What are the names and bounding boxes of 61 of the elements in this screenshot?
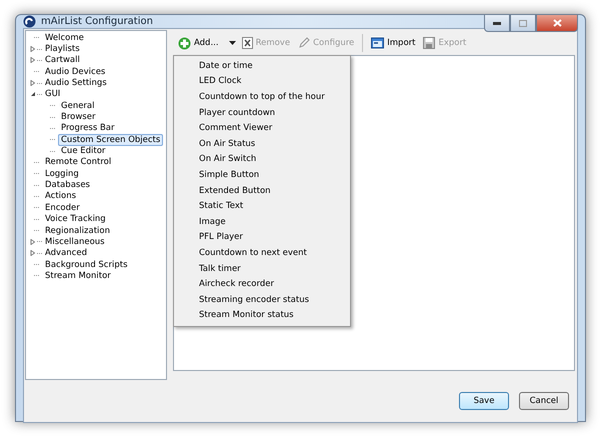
menu-item[interactable]: Countdown to next event bbox=[198, 245, 348, 261]
tree-item[interactable]: Encoder bbox=[42, 202, 83, 214]
menu-item[interactable]: Extended Button bbox=[198, 182, 348, 198]
expand-arrow-icon[interactable] bbox=[30, 250, 36, 256]
menu-item[interactable]: On Air Switch bbox=[198, 152, 348, 168]
delete-icon bbox=[242, 37, 253, 49]
menu-item[interactable]: Comment Viewer bbox=[198, 120, 348, 136]
menu-item[interactable]: Image bbox=[198, 214, 348, 230]
minimize-icon bbox=[493, 22, 501, 24]
dropdown-caret-icon[interactable] bbox=[228, 41, 236, 45]
menu-item[interactable]: Countdown to top of the hour bbox=[198, 89, 348, 105]
tree-item[interactable]: Regionalization bbox=[42, 224, 113, 237]
tree-item[interactable]: Logging bbox=[42, 168, 82, 180]
toolbar-button[interactable]: Import bbox=[369, 37, 418, 49]
tree-item[interactable]: Actions bbox=[42, 190, 80, 202]
tree-item[interactable]: Miscellaneous bbox=[42, 236, 108, 248]
menu-item[interactable]: LED Clock bbox=[198, 74, 348, 90]
tree-item[interactable]: Background Scripts bbox=[42, 258, 130, 271]
window-title: mAirList Configuration bbox=[41, 16, 153, 27]
import-icon bbox=[371, 37, 384, 49]
tree-item[interactable]: Browser bbox=[58, 111, 98, 124]
menu-item[interactable]: PFL Player bbox=[198, 230, 348, 246]
minimize-button[interactable] bbox=[484, 15, 510, 32]
tree-item[interactable]: Remote Control bbox=[42, 156, 114, 168]
dialog-button[interactable]: Save bbox=[459, 392, 509, 410]
collapse-arrow-icon[interactable] bbox=[30, 91, 36, 98]
tree-item[interactable]: GUI bbox=[42, 88, 64, 100]
toolbar-button[interactable]: Add... bbox=[176, 36, 221, 50]
expand-arrow-icon[interactable] bbox=[30, 46, 36, 52]
tree-item[interactable]: Audio Settings bbox=[42, 77, 110, 90]
app-icon bbox=[23, 15, 36, 28]
tree-item[interactable]: Playlists bbox=[42, 43, 83, 56]
tree-item[interactable]: Progress Bar bbox=[58, 122, 118, 134]
menu-item[interactable]: Talk timer bbox=[198, 260, 348, 276]
expand-arrow-icon[interactable] bbox=[30, 80, 36, 86]
expand-arrow-icon[interactable] bbox=[30, 238, 36, 245]
menu-item[interactable]: Date or time bbox=[198, 58, 348, 74]
close-icon bbox=[552, 19, 562, 27]
menu-item[interactable]: On Air Status bbox=[198, 136, 348, 152]
menu-item[interactable]: Aircheck recorder bbox=[198, 276, 348, 292]
menu-item[interactable]: Streaming encoder status bbox=[198, 292, 348, 308]
tree-item[interactable]: Cartwall bbox=[42, 54, 83, 66]
maximize-icon bbox=[519, 20, 527, 26]
pencil-icon bbox=[298, 37, 310, 49]
menu-item[interactable]: Static Text bbox=[198, 198, 348, 214]
close-button[interactable] bbox=[536, 15, 578, 32]
plus-icon bbox=[178, 36, 191, 50]
tree-item[interactable]: Welcome bbox=[42, 32, 87, 44]
menu-item[interactable]: Player countdown bbox=[198, 104, 348, 120]
tree-item[interactable]: Databases bbox=[42, 179, 93, 192]
tree-item[interactable]: Custom Screen Objects bbox=[58, 134, 164, 146]
tree-item[interactable]: Advanced bbox=[42, 247, 90, 260]
tree-item[interactable]: General bbox=[58, 100, 98, 112]
dialog-button[interactable]: Cancel bbox=[519, 392, 569, 410]
menu-item[interactable]: Simple Button bbox=[198, 167, 348, 183]
menu-item[interactable]: Stream Monitor status bbox=[198, 308, 348, 324]
tree-item[interactable]: Stream Monitor bbox=[42, 270, 114, 282]
expand-arrow-icon[interactable] bbox=[30, 57, 36, 64]
tree-item[interactable]: Voice Tracking bbox=[42, 213, 109, 226]
tree-item[interactable]: Audio Devices bbox=[42, 66, 108, 78]
tree-item[interactable]: Cue Editor bbox=[58, 145, 108, 158]
